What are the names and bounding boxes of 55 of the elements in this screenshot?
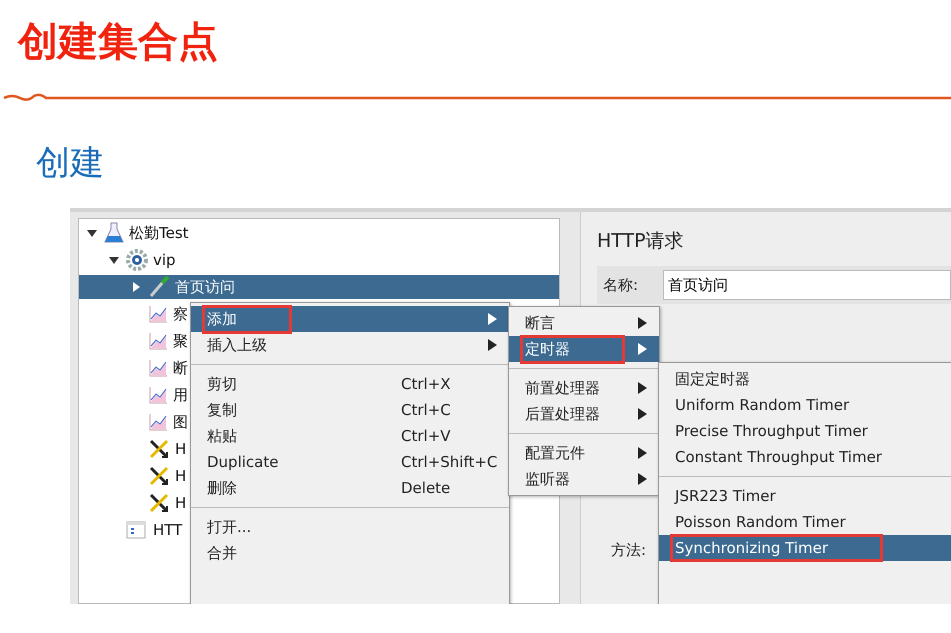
tools-icon [148,492,170,514]
menu-item[interactable]: Constant Throughput Timer [659,444,951,470]
menu-item[interactable]: 前置处理器 [509,375,659,401]
method-label: 方法: [611,541,646,559]
menu-item[interactable]: Precise Throughput Timer [659,418,951,444]
menu-item[interactable]: Poisson Random Timer [659,509,951,535]
chart-icon [148,331,168,351]
chart-icon [148,358,168,378]
flask-icon [104,222,124,244]
menu-item[interactable]: 配置元件 [509,440,659,466]
menu-item[interactable]: 粘贴 Ctrl+V [191,423,509,449]
tools-icon [148,438,170,460]
slide-title: 创建集合点 [16,18,219,67]
menu-item[interactable]: 断言 [509,310,659,336]
panel-title: HTTP请求 [597,229,685,254]
name-field[interactable]: 首页访问 [663,270,951,300]
menu-item[interactable]: 剪切 Ctrl+X [191,371,509,397]
menu-item[interactable]: 插入上级 [191,332,509,358]
tree-item[interactable]: 松勤Test [129,224,189,242]
menu-item[interactable]: Synchronizing Timer [659,535,951,561]
menu-item[interactable]: Duplicate Ctrl+Shift+C [191,449,509,475]
tools-icon [148,465,170,487]
name-label: 名称: [603,276,640,294]
tree-item[interactable]: 用 [173,386,188,404]
tree-item[interactable]: 聚 [173,332,188,350]
chart-icon [148,412,168,432]
gear-icon [126,249,148,271]
menu-item[interactable]: 删除 Delete [191,475,509,501]
menu-item[interactable]: 固定定时器 [659,366,951,392]
tree-item[interactable]: H [175,440,186,458]
expander-icon[interactable] [109,255,119,265]
menu-item[interactable]: 监听器 [509,466,659,492]
menu-item[interactable]: 添加 [191,306,509,332]
tree-item[interactable]: 图 [173,412,188,432]
slide-subtitle: 创建 [36,142,105,185]
tree-item[interactable]: vip [153,251,176,269]
expander-icon[interactable] [87,228,97,238]
chart-icon [148,385,168,405]
tree-item[interactable]: H [175,494,186,512]
tree-item[interactable]: 察 [173,304,188,324]
menu-item[interactable]: 定时器 [509,336,659,362]
tree-item[interactable]: 首页访问 [175,278,235,296]
tree-item[interactable]: 断 [173,358,188,378]
menu-item[interactable]: 合并 [191,540,509,566]
menu-item[interactable]: Uniform Random Timer [659,392,951,418]
menu-item[interactable]: 复制 Ctrl+C [191,397,509,423]
expander-icon[interactable] [131,282,141,292]
pipette-icon [148,276,170,298]
tree-item[interactable]: H [175,467,186,485]
chart-icon [148,304,168,324]
menu-item[interactable]: 打开... [191,514,509,540]
tree-item[interactable]: HTT [153,521,182,539]
menu-item[interactable]: 后置处理器 [509,401,659,427]
panel-icon [126,519,148,541]
menu-item[interactable]: JSR223 Timer [659,483,951,509]
